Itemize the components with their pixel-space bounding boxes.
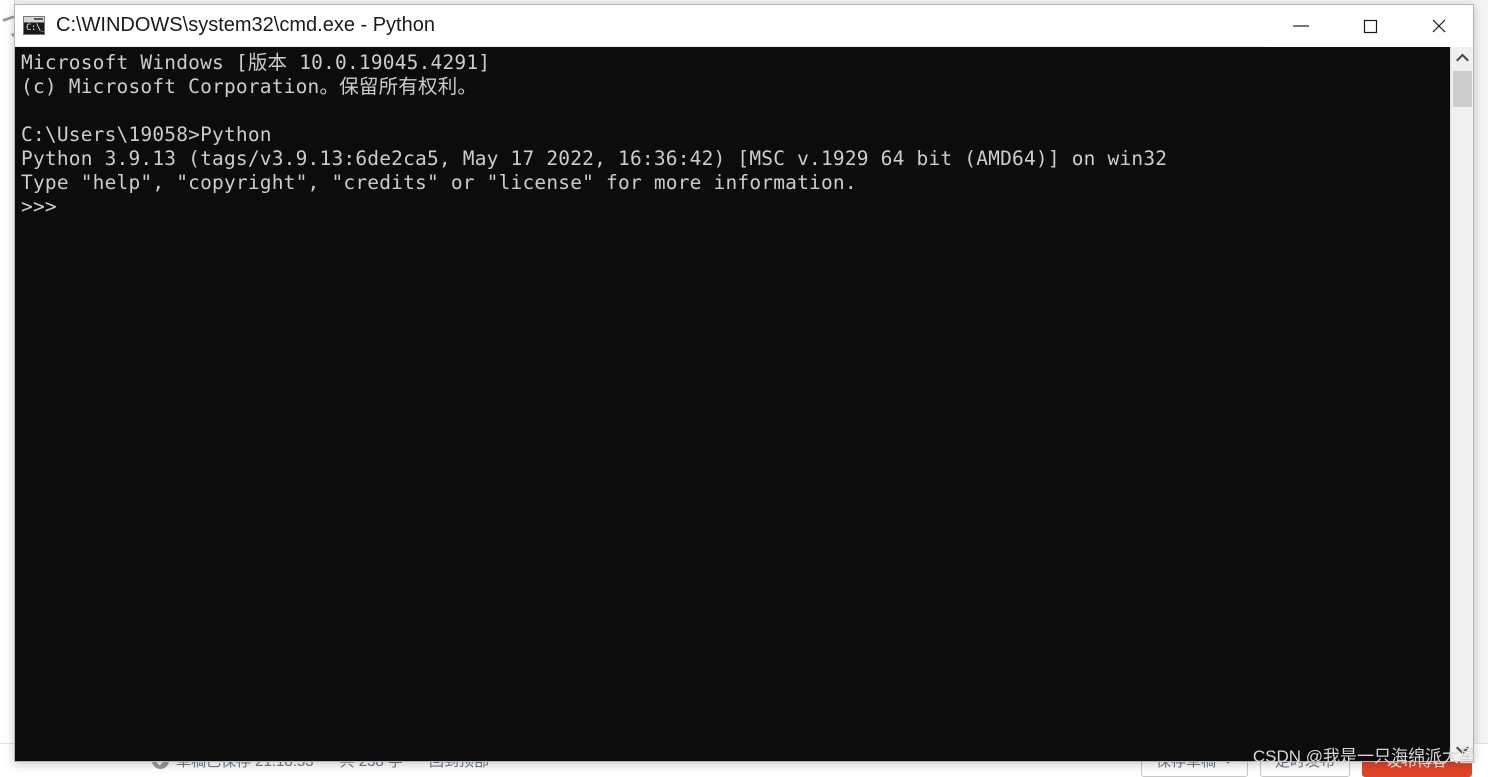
- scrollbar-up-button[interactable]: [1451, 47, 1473, 68]
- maximize-button[interactable]: [1335, 5, 1404, 47]
- minimize-icon: [1292, 24, 1309, 27]
- cmd-icon-prompt-text: C:\_: [26, 23, 45, 33]
- scrollbar-down-button[interactable]: [1451, 740, 1473, 761]
- close-button[interactable]: [1404, 5, 1473, 47]
- chevron-down-icon: [1455, 746, 1469, 755]
- scrollbar-thumb[interactable]: [1453, 71, 1472, 107]
- console-scrollbar[interactable]: [1450, 47, 1473, 761]
- background-left-strip: [0, 0, 15, 777]
- window-title-bar[interactable]: C:\_ C:\WINDOWS\system32\cmd.exe - Pytho…: [15, 5, 1473, 47]
- chevron-up-icon: [1455, 53, 1469, 62]
- console-body[interactable]: Microsoft Windows [版本 10.0.19045.4291] (…: [15, 47, 1473, 761]
- window-controls: [1266, 5, 1473, 47]
- minimize-button[interactable]: [1266, 5, 1335, 47]
- cmd-console-icon: C:\_: [23, 16, 45, 35]
- maximize-icon: [1363, 19, 1377, 33]
- console-output-text: Microsoft Windows [版本 10.0.19045.4291] (…: [21, 51, 1168, 218]
- window-title-text: C:\WINDOWS\system32\cmd.exe - Python: [56, 14, 435, 36]
- command-prompt-window[interactable]: C:\_ C:\WINDOWS\system32\cmd.exe - Pytho…: [14, 4, 1474, 762]
- close-icon: [1432, 19, 1445, 32]
